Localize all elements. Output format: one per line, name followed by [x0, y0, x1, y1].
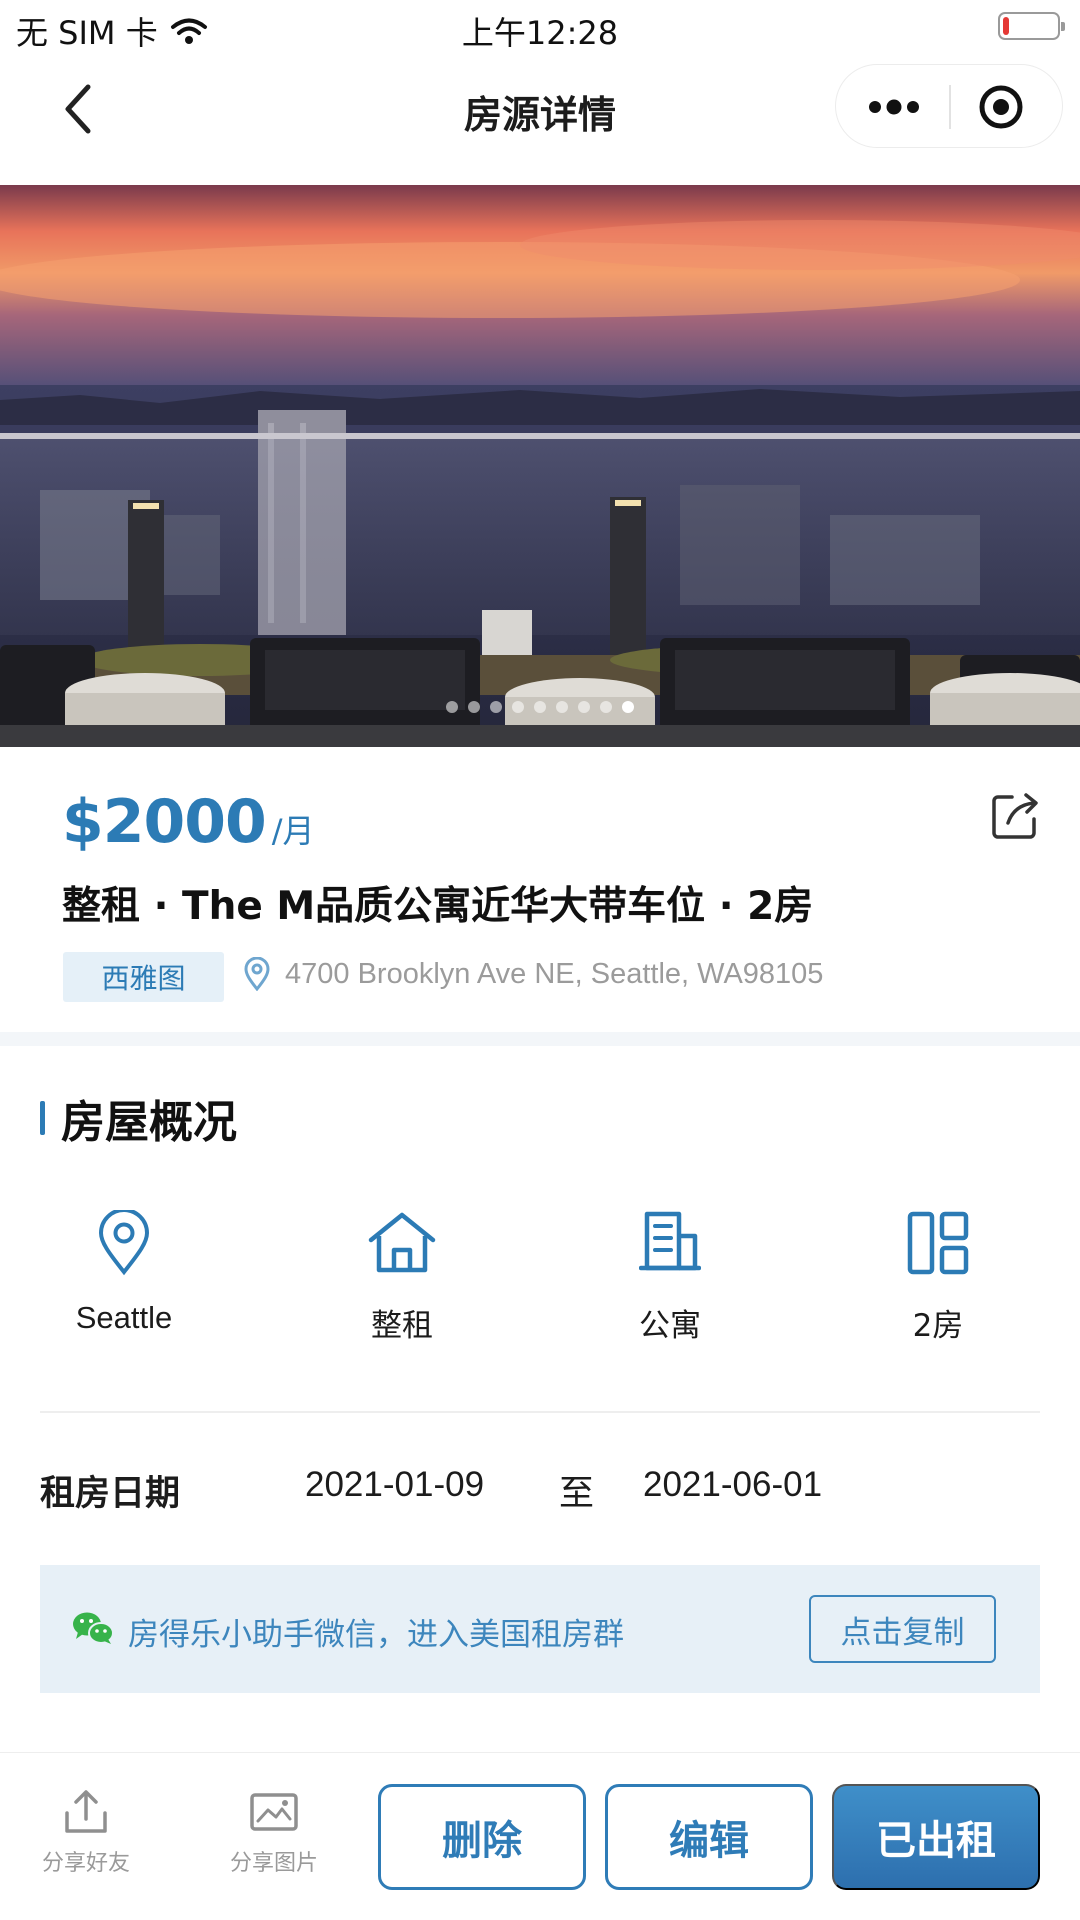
- share-image-icon: [250, 1793, 298, 1831]
- share-image-button[interactable]: 分享图片: [214, 1789, 334, 1877]
- listing-photo: [0, 185, 1080, 747]
- carousel-dot[interactable]: [556, 701, 568, 713]
- carousel-dot[interactable]: [600, 701, 612, 713]
- carousel-dot[interactable]: [622, 701, 634, 713]
- wechat-banner-text: 房得乐小助手微信，进入美国租房群: [128, 1617, 624, 1653]
- battery-level: [1003, 17, 1009, 35]
- rental-date-separator: 至: [559, 1474, 595, 1514]
- location-pin-icon: [98, 1210, 150, 1276]
- feature-rental-type: 整租: [302, 1210, 502, 1345]
- photo-carousel[interactable]: [0, 185, 1080, 747]
- apartment-icon: [639, 1211, 701, 1271]
- miniprogram-capsule: [835, 64, 1063, 148]
- feature-label: 公寓: [639, 1308, 701, 1344]
- share-friend-button[interactable]: 分享好友: [26, 1789, 146, 1877]
- price-amount: $2000: [62, 787, 267, 857]
- divider: [40, 1411, 1040, 1413]
- price: $2000 /月: [62, 787, 315, 857]
- carousel-dot[interactable]: [468, 701, 480, 713]
- share-upload-icon: [65, 1790, 107, 1833]
- carousel-dot[interactable]: [512, 701, 524, 713]
- feature-rooms: 2房: [838, 1210, 1038, 1345]
- heading-accent-bar: [40, 1101, 45, 1135]
- more-dots-icon: [869, 99, 919, 115]
- close-miniprogram-icon: [979, 85, 1023, 129]
- rented-button[interactable]: 已出租: [832, 1784, 1040, 1890]
- address-row: 4700 Brooklyn Ave NE, Seattle, WA98105: [243, 957, 823, 991]
- rental-date-row: 租房日期 2021-01-09 至 2021-06-01: [40, 1465, 1040, 1515]
- feature-row: Seattle 整租 公寓 2房: [0, 1210, 1080, 1350]
- heading-text: 房屋概况: [61, 1097, 237, 1148]
- section-separator: [0, 1032, 1080, 1046]
- close-miniprogram-button[interactable]: [976, 82, 1026, 132]
- feature-label: 整租: [371, 1308, 433, 1344]
- location-pin-icon: [244, 957, 270, 991]
- listing-title: 整租 · The M品质公寓近华大带车位 · 2房: [62, 884, 814, 929]
- copy-wechat-button[interactable]: 点击复制: [809, 1595, 996, 1663]
- feature-label: Seattle: [75, 1300, 173, 1335]
- carousel-dot[interactable]: [578, 701, 590, 713]
- address-text: 4700 Brooklyn Ave NE, Seattle, WA98105: [285, 957, 824, 990]
- carousel-indicator: [0, 701, 1080, 713]
- wechat-icon: [73, 1612, 114, 1644]
- bottom-action-bar: 分享好友 分享图片 删除 编辑 已出租: [0, 1752, 1080, 1920]
- share-image-label: 分享图片: [229, 1851, 318, 1876]
- capsule-divider: [949, 85, 951, 129]
- rental-end-date: 2021-06-01: [643, 1465, 823, 1504]
- share-friend-label: 分享好友: [41, 1851, 130, 1876]
- status-time: 上午12:28: [461, 14, 619, 52]
- feature-label: 2房: [912, 1308, 964, 1344]
- section-heading: 房屋概况: [40, 1086, 237, 1150]
- price-unit: /月: [271, 812, 315, 850]
- listing-info: $2000 /月 整租 · The M品质公寓近华大带车位 · 2房 西雅图 4…: [0, 747, 1080, 1037]
- carousel-dot[interactable]: [490, 701, 502, 713]
- city-tag: 西雅图: [63, 952, 224, 1002]
- house-icon: [368, 1212, 436, 1273]
- wechat-banner: 房得乐小助手微信，进入美国租房群 点击复制: [40, 1565, 1040, 1693]
- nav-bar: 房源详情: [0, 54, 1080, 184]
- share-button[interactable]: [990, 789, 1042, 841]
- delete-button[interactable]: 删除: [378, 1784, 586, 1890]
- status-bar: 无 SIM 卡 上午12:28: [0, 0, 1080, 54]
- carousel-dot[interactable]: [446, 701, 458, 713]
- carousel-dot[interactable]: [534, 701, 546, 713]
- edit-button[interactable]: 编辑: [605, 1784, 813, 1890]
- feature-property-type: 公寓: [570, 1210, 770, 1345]
- rooms-layout-icon: [907, 1211, 969, 1275]
- share-icon: [992, 793, 1038, 839]
- rental-start-date: 2021-01-09: [305, 1465, 485, 1504]
- rental-date-label: 租房日期: [40, 1474, 181, 1514]
- battery-icon: [998, 12, 1065, 40]
- feature-location: Seattle: [24, 1210, 224, 1336]
- more-button[interactable]: [864, 85, 924, 129]
